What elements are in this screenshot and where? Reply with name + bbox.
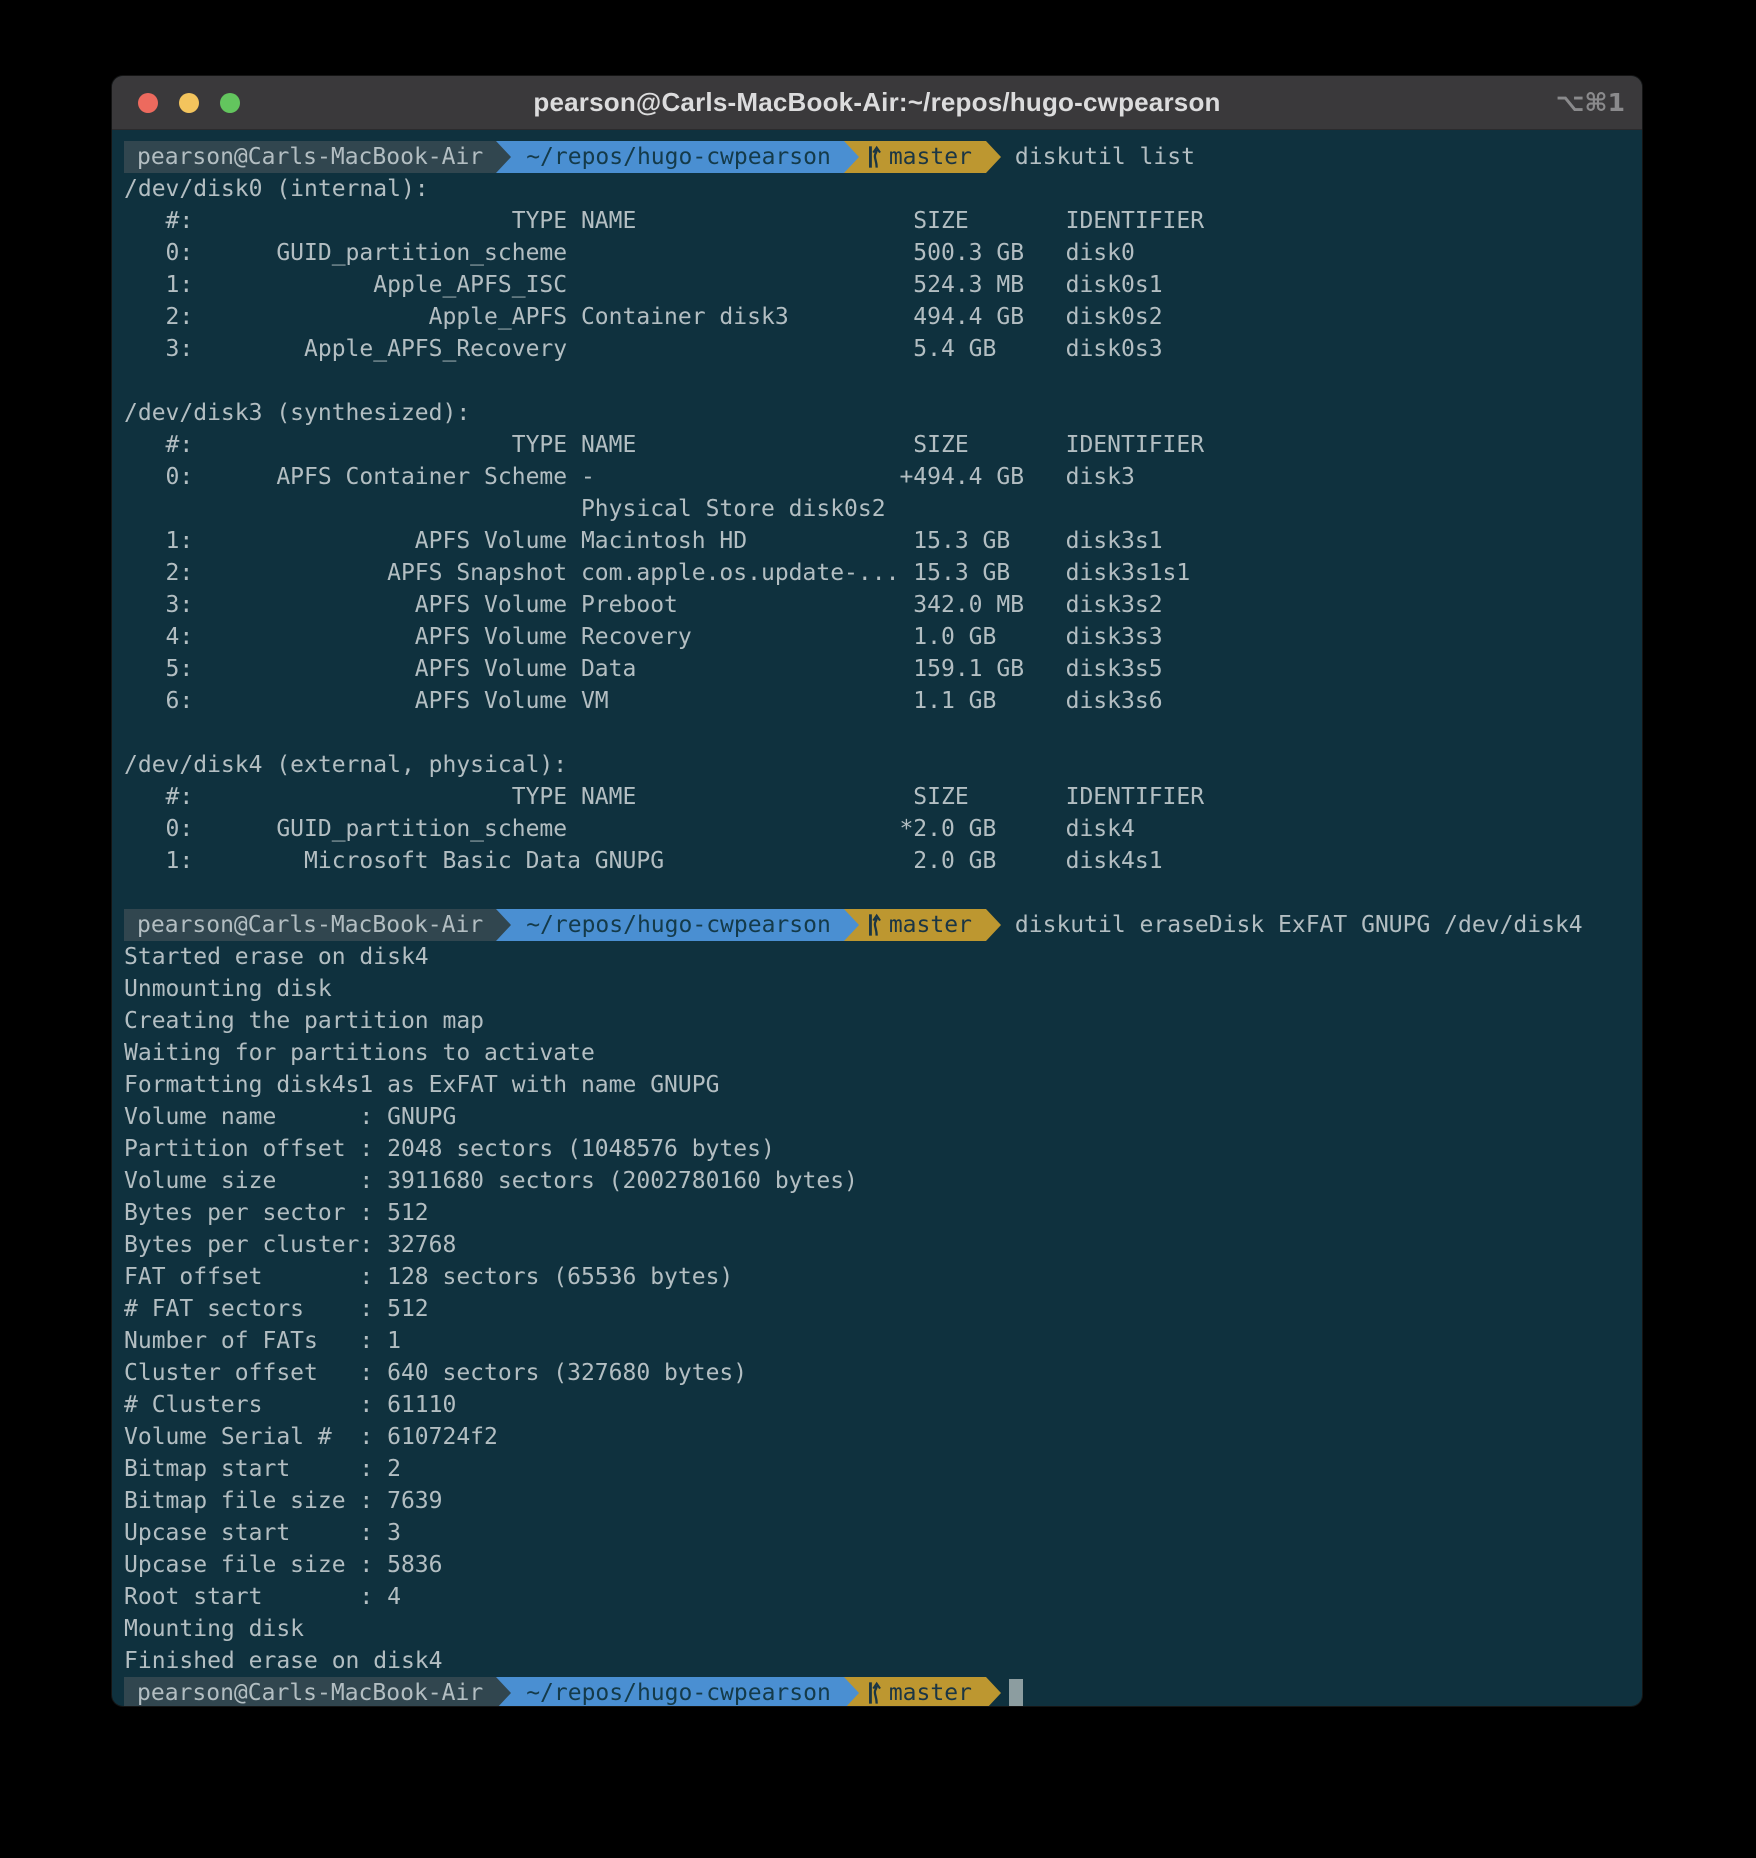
terminal-output-line: 6: APFS Volume VM 1.1 GB disk3s6 — [124, 685, 1630, 717]
terminal-output-line: Root start : 4 — [124, 1581, 1630, 1613]
terminal-output-line: /dev/disk3 (synthesized): — [124, 397, 1630, 429]
close-button[interactable] — [138, 93, 158, 113]
traffic-lights — [138, 76, 240, 129]
prompt-user-host: pearson@Carls-MacBook-Air — [137, 909, 483, 941]
terminal-output-line: 3: APFS Volume Preboot 342.0 MB disk3s2 — [124, 589, 1630, 621]
terminal-output-line: Cluster offset : 640 sectors (327680 byt… — [124, 1357, 1630, 1389]
terminal-output-line: 1: Apple_APFS_ISC 524.3 MB disk0s1 — [124, 269, 1630, 301]
terminal-output-line — [124, 717, 1630, 749]
terminal-output-line: # Clusters : 61110 — [124, 1389, 1630, 1421]
terminal-output-line: Finished erase on disk4 — [124, 1645, 1630, 1677]
powerline-arrow-icon — [496, 909, 511, 941]
prompt-user-host-segment: pearson@Carls-MacBook-Air — [124, 141, 496, 173]
terminal-output-line: Volume name : GNUPG — [124, 1101, 1630, 1133]
terminal-output-line: 5: APFS Volume Data 159.1 GB disk3s5 — [124, 653, 1630, 685]
prompt-directory-segment: ~/repos/hugo-cwpearson — [511, 141, 844, 173]
prompt-directory-segment: ~/repos/hugo-cwpearson — [511, 909, 844, 941]
terminal-output-line: Bytes per cluster: 32768 — [124, 1229, 1630, 1261]
git-branch-icon — [866, 913, 882, 937]
prompt-git-segment: master — [859, 909, 986, 941]
terminal-window: pearson@Carls-MacBook-Air:~/repos/hugo-c… — [112, 76, 1642, 1706]
shell-prompt-line: pearson@Carls-MacBook-Air ~/repos/hugo-c… — [124, 141, 1630, 173]
terminal-output-line: /dev/disk0 (internal): — [124, 173, 1630, 205]
terminal-output-line: Volume size : 3911680 sectors (200278016… — [124, 1165, 1630, 1197]
powerline-arrow-icon — [496, 1677, 511, 1706]
prompt-git-branch: master — [889, 1677, 972, 1706]
terminal-output-line: Bytes per sector : 512 — [124, 1197, 1630, 1229]
prompt-directory: ~/repos/hugo-cwpearson — [526, 909, 831, 941]
terminal-output-line: Upcase file size : 5836 — [124, 1549, 1630, 1581]
tab-shortcut-badge: ⌥⌘1 — [1556, 76, 1625, 129]
terminal-output-line: Formatting disk4s1 as ExFAT with name GN… — [124, 1069, 1630, 1101]
powerline-arrow-icon — [496, 141, 511, 173]
terminal-output-line: Started erase on disk4 — [124, 941, 1630, 973]
terminal-output-line: Number of FATs : 1 — [124, 1325, 1630, 1357]
terminal-output-line: Partition offset : 2048 sectors (1048576… — [124, 1133, 1630, 1165]
zoom-button[interactable] — [220, 93, 240, 113]
prompt-directory: ~/repos/hugo-cwpearson — [526, 1677, 831, 1706]
terminal-output-line: #: TYPE NAME SIZE IDENTIFIER — [124, 429, 1630, 461]
desktop-background: { "window": { "title": "pearson@Carls-Ma… — [0, 0, 1756, 1858]
prompt-git-branch: master — [889, 909, 972, 941]
terminal-output-line: 1: APFS Volume Macintosh HD 15.3 GB disk… — [124, 525, 1630, 557]
terminal-cursor[interactable] — [1009, 1679, 1023, 1706]
shell-prompt-line: pearson@Carls-MacBook-Air ~/repos/hugo-c… — [124, 1677, 1630, 1706]
terminal-content: pearson@Carls-MacBook-Air ~/repos/hugo-c… — [112, 130, 1642, 1706]
terminal-output-line: 0: GUID_partition_scheme *2.0 GB disk4 — [124, 813, 1630, 845]
terminal-output-line: Upcase start : 3 — [124, 1517, 1630, 1549]
titlebar[interactable]: pearson@Carls-MacBook-Air:~/repos/hugo-c… — [112, 76, 1642, 130]
terminal-output-line: Physical Store disk0s2 — [124, 493, 1630, 525]
prompt-directory-segment: ~/repos/hugo-cwpearson — [511, 1677, 844, 1706]
diskutil-list-output: /dev/disk0 (internal): #: TYPE NAME SIZE… — [124, 173, 1630, 909]
window-title: pearson@Carls-MacBook-Air:~/repos/hugo-c… — [112, 87, 1642, 118]
terminal-output-line: 3: Apple_APFS_Recovery 5.4 GB disk0s3 — [124, 333, 1630, 365]
powerline-arrow-icon — [844, 1677, 859, 1706]
git-branch-icon — [866, 1681, 882, 1705]
terminal-output-line: #: TYPE NAME SIZE IDENTIFIER — [124, 205, 1630, 237]
prompt-user-host-segment: pearson@Carls-MacBook-Air — [124, 1677, 496, 1706]
erase-disk-output: Started erase on disk4Unmounting diskCre… — [124, 941, 1630, 1677]
terminal-output-line: Creating the partition map — [124, 1005, 1630, 1037]
terminal-output-line: /dev/disk4 (external, physical): — [124, 749, 1630, 781]
terminal-output-line: #: TYPE NAME SIZE IDENTIFIER — [124, 781, 1630, 813]
terminal-output-line: FAT offset : 128 sectors (65536 bytes) — [124, 1261, 1630, 1293]
powerline-arrow-icon — [986, 1677, 1001, 1706]
prompt-git-segment: master — [859, 141, 986, 173]
terminal-output-line: Volume Serial # : 610724f2 — [124, 1421, 1630, 1453]
prompt-git-segment: master — [859, 1677, 986, 1706]
terminal-output-line: 1: Microsoft Basic Data GNUPG 2.0 GB dis… — [124, 845, 1630, 877]
terminal-output-line: 2: APFS Snapshot com.apple.os.update-...… — [124, 557, 1630, 589]
shell-prompt-line: pearson@Carls-MacBook-Air ~/repos/hugo-c… — [124, 909, 1630, 941]
powerline-arrow-icon — [986, 141, 1001, 173]
git-branch-icon — [866, 145, 882, 169]
terminal-output-line: 0: GUID_partition_scheme 500.3 GB disk0 — [124, 237, 1630, 269]
terminal-output-line — [124, 365, 1630, 397]
minimize-button[interactable] — [179, 93, 199, 113]
terminal-output-line: # FAT sectors : 512 — [124, 1293, 1630, 1325]
command-text: diskutil list — [1015, 141, 1195, 173]
terminal-output-line: 0: APFS Container Scheme - +494.4 GB dis… — [124, 461, 1630, 493]
powerline-arrow-icon — [986, 909, 1001, 941]
terminal-output-line: Waiting for partitions to activate — [124, 1037, 1630, 1069]
powerline-arrow-icon — [844, 141, 859, 173]
terminal-output-line: 2: Apple_APFS Container disk3 494.4 GB d… — [124, 301, 1630, 333]
terminal-output-line: 4: APFS Volume Recovery 1.0 GB disk3s3 — [124, 621, 1630, 653]
powerline-arrow-icon — [844, 909, 859, 941]
terminal-output-line — [124, 877, 1630, 909]
prompt-directory: ~/repos/hugo-cwpearson — [526, 141, 831, 173]
terminal-output-line: Unmounting disk — [124, 973, 1630, 1005]
command-text: diskutil eraseDisk ExFAT GNUPG /dev/disk… — [1015, 909, 1583, 941]
prompt-git-branch: master — [889, 141, 972, 173]
prompt-user-host-segment: pearson@Carls-MacBook-Air — [124, 909, 496, 941]
terminal-output-line: Bitmap start : 2 — [124, 1453, 1630, 1485]
terminal-output-line: Bitmap file size : 7639 — [124, 1485, 1630, 1517]
terminal-output-line: Mounting disk — [124, 1613, 1630, 1645]
prompt-user-host: pearson@Carls-MacBook-Air — [137, 1677, 483, 1706]
prompt-user-host: pearson@Carls-MacBook-Air — [137, 141, 483, 173]
